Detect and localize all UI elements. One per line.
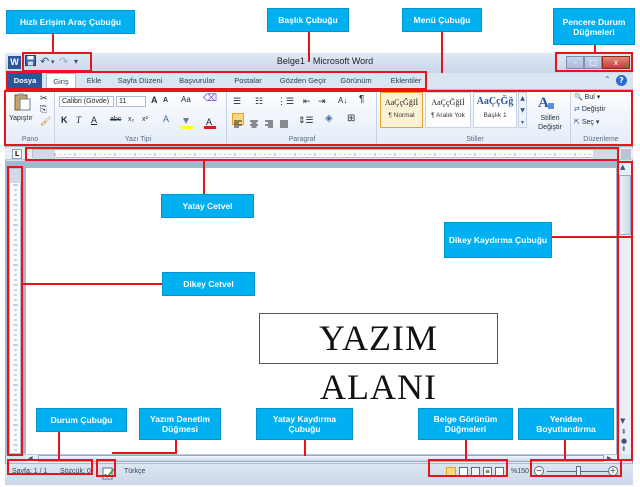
view-buttons-highlight (428, 459, 508, 477)
quick-access-highlight (22, 52, 92, 72)
connector-line (203, 161, 205, 194)
h-ruler-highlight (25, 147, 619, 161)
status-highlight (7, 459, 93, 475)
callout-window-buttons: Pencere Durum Düğmeleri (553, 8, 635, 45)
callout-spell-check: Yazım Denetim Düğmesi (139, 408, 221, 440)
callout-v-ruler: Dikey Cetvel (162, 272, 255, 296)
spell-highlight (96, 459, 116, 477)
view-ruler-icon[interactable] (621, 149, 631, 159)
connector-line (58, 432, 60, 460)
callout-status-bar: Durum Çubuğu (36, 408, 127, 432)
ribbon-highlight (4, 90, 633, 146)
language-indicator[interactable]: Türkçe (124, 468, 145, 475)
connector-line (441, 31, 443, 73)
menu-bar-highlight (6, 71, 427, 90)
connector-line (552, 236, 632, 238)
v-ruler-highlight (7, 166, 23, 456)
connector-line (308, 31, 310, 61)
callout-h-ruler: Yatay Cetvel (161, 194, 254, 218)
connector-line (465, 440, 467, 460)
connector-line (594, 45, 596, 53)
connector-line (52, 34, 54, 53)
callout-v-scroll: Dikey Kaydırma Çubuğu (444, 222, 552, 258)
connector-line (112, 452, 176, 454)
writing-area-text[interactable]: YAZIM ALANI (259, 313, 498, 407)
connector-line (304, 440, 306, 456)
callout-view-buttons: Belge Görünüm Düğmeleri (418, 408, 513, 440)
callout-h-scroll: Yatay Kaydırma Çubuğu (256, 408, 353, 440)
horizontal-scroll-thumb[interactable] (38, 455, 604, 462)
callout-resize: Yeniden Boyutlandırma (518, 408, 614, 440)
tab-selector-icon[interactable]: L (12, 149, 22, 159)
minimize-ribbon-icon[interactable]: ⌃ (604, 75, 611, 84)
callout-quick-access: Hızlı Erişim Araç Çubuğu (6, 10, 135, 34)
callout-title-bar: Başlık Çubuğu (267, 8, 349, 32)
connector-line (564, 440, 566, 460)
zoom-level[interactable]: %150 (511, 468, 529, 475)
callout-menu-bar: Menü Çubuğu (402, 8, 482, 32)
help-icon[interactable]: ? (616, 75, 627, 86)
zoom-highlight (530, 459, 622, 477)
connector-line (22, 283, 162, 285)
window-buttons-highlight (555, 52, 633, 72)
v-scroll-highlight (617, 161, 633, 461)
window-title: Belge1 - Microsoft Word (276, 56, 374, 66)
word-logo-icon[interactable]: W (8, 56, 21, 69)
